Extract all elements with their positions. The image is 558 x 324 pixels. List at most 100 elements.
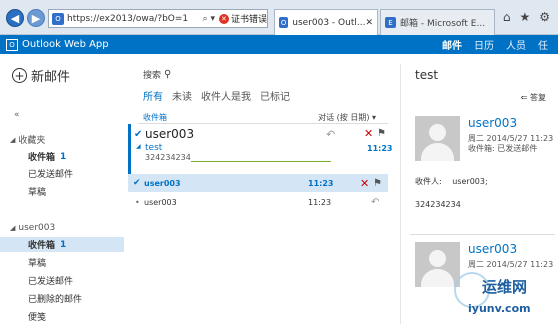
sidebar-item-sent[interactable]: 已发送邮件 bbox=[0, 273, 124, 288]
bullet-icon: • bbox=[135, 197, 140, 207]
delete-icon[interactable]: ✕ bbox=[364, 127, 373, 140]
reply-all-button[interactable]: ⇐ 答复 bbox=[521, 92, 546, 103]
item-sender: user003 bbox=[144, 178, 181, 188]
to-label: 收件人: bbox=[415, 177, 442, 186]
new-mail-label: 新邮件 bbox=[31, 70, 71, 85]
site-icon: O bbox=[52, 12, 64, 25]
message-sender[interactable]: user003 bbox=[468, 116, 517, 130]
message-header: user003 周二 2014/5/27 11:23 收件箱: 已发送邮件 bbox=[415, 116, 558, 166]
unread-count: 1 bbox=[60, 151, 67, 162]
tab-mailbox[interactable]: E 邮箱 - Microsoft E... bbox=[380, 9, 495, 35]
search-label: 搜索 bbox=[143, 71, 162, 81]
reply-icon[interactable]: ↶ bbox=[371, 197, 379, 208]
unread-count: 1 bbox=[60, 239, 67, 250]
sidebar-item-inbox[interactable]: 收件箱 1 bbox=[0, 237, 124, 252]
triangle-down-icon: ◢ bbox=[10, 224, 16, 232]
gear-icon[interactable]: ⚙ bbox=[539, 10, 550, 24]
search-icon[interactable]: ⌕ ▾ bbox=[203, 14, 215, 24]
triangle-down-icon: ◢ bbox=[10, 135, 16, 144]
divider bbox=[410, 234, 555, 235]
account-label: user003 bbox=[18, 223, 56, 233]
sidebar-item-drafts-fav[interactable]: 草稿 bbox=[0, 184, 124, 199]
message-body: 324234234 bbox=[415, 200, 461, 209]
search-box[interactable]: 搜索 ⚲ bbox=[143, 68, 171, 81]
sidebar-item-label: 收件箱 bbox=[28, 241, 56, 251]
filter-unread[interactable]: 未读 bbox=[172, 88, 192, 103]
list-item[interactable]: ✔ user003 11:23 ✕ ⚑ bbox=[128, 174, 388, 192]
sort-label: 对话 (按 日期) bbox=[318, 113, 370, 122]
nav-mail[interactable]: 邮件 bbox=[442, 37, 462, 52]
collapse-pane-button[interactable]: « bbox=[14, 110, 20, 120]
outlook-tab-icon: O bbox=[279, 17, 289, 28]
filter-bar: 所有 未读 收件人是我 已标记 bbox=[143, 88, 290, 103]
reply-all-label: 答复 bbox=[530, 93, 546, 102]
filter-to-me[interactable]: 收件人是我 bbox=[201, 88, 251, 103]
close-icon[interactable]: ✕ bbox=[365, 18, 373, 28]
watermark-en: iyunv.com bbox=[468, 302, 531, 315]
reading-subject: test bbox=[415, 68, 439, 82]
list-item[interactable]: • user003 11:23 ↶ bbox=[128, 193, 388, 211]
plus-icon: + bbox=[12, 68, 27, 83]
check-icon[interactable]: ✔ bbox=[134, 129, 142, 140]
recipients-line: 收件人: user003; bbox=[415, 176, 488, 187]
sidebar-item-notes[interactable]: 便笺 bbox=[0, 309, 124, 324]
filter-flagged[interactable]: 已标记 bbox=[260, 88, 290, 103]
certificate-error[interactable]: ✕ 证书错误 bbox=[218, 12, 267, 25]
chevron-down-icon: ▾ bbox=[371, 113, 376, 122]
top-navigation: 邮件 日历 人员 任 bbox=[442, 37, 558, 52]
sidebar-item-sent-fav[interactable]: 已发送邮件 bbox=[0, 166, 124, 181]
sidebar-item-label: 已发送邮件 bbox=[28, 170, 74, 180]
app-title: Outlook Web App bbox=[22, 39, 109, 50]
sidebar-item-label: 草稿 bbox=[28, 259, 47, 269]
search-icon[interactable]: ⚲ bbox=[164, 69, 171, 80]
message-sender[interactable]: user003 bbox=[468, 242, 517, 256]
back-button[interactable]: ◀ bbox=[6, 9, 24, 27]
error-icon: ✕ bbox=[218, 13, 229, 24]
filter-all[interactable]: 所有 bbox=[143, 88, 163, 103]
triangle-down-icon: ◢ bbox=[136, 143, 141, 150]
new-mail-button[interactable]: + 新邮件 bbox=[12, 66, 70, 85]
account-header[interactable]: ◢ user003 bbox=[10, 223, 55, 233]
sidebar-item-inbox-fav[interactable]: 收件箱 1 bbox=[0, 149, 124, 164]
watermark-logo: 运维网 iyunv.com bbox=[448, 270, 558, 324]
tab-outlook[interactable]: O user003 - Outl... ✕ bbox=[274, 9, 378, 35]
flag-icon[interactable]: ⚑ bbox=[373, 178, 382, 189]
sidebar-item-label: 便笺 bbox=[28, 313, 47, 323]
item-sender: user003 bbox=[144, 197, 177, 207]
sidebar-item-label: 已删除的邮件 bbox=[28, 295, 83, 305]
favorites-label: 收藏夹 bbox=[18, 136, 46, 146]
forward-button[interactable]: ▶ bbox=[27, 9, 45, 27]
reply-icon[interactable]: ↶ bbox=[326, 128, 335, 141]
flag-icon[interactable]: ⚑ bbox=[377, 128, 386, 139]
exchange-tab-icon: E bbox=[385, 17, 396, 28]
message-date: 周二 2014/5/27 11:23 bbox=[468, 260, 554, 269]
conversation-time: 11:23 bbox=[367, 144, 393, 153]
tab-label: user003 - Outl... bbox=[292, 17, 366, 28]
home-icon[interactable]: ⌂ bbox=[503, 10, 511, 24]
star-icon[interactable]: ★ bbox=[519, 10, 530, 24]
outlook-logo-icon: O bbox=[6, 38, 18, 51]
sidebar-item-deleted[interactable]: 已删除的邮件 bbox=[0, 291, 124, 306]
address-bar[interactable]: O https://ex2013/owa/?bO=1 ⌕ ▾ ✕ 证书错误 bbox=[48, 9, 268, 28]
certificate-error-label: 证书错误 bbox=[230, 15, 267, 25]
nav-tasks[interactable]: 任 bbox=[538, 37, 548, 52]
to-value[interactable]: user003; bbox=[452, 177, 487, 186]
sidebar-item-drafts[interactable]: 草稿 bbox=[0, 255, 124, 270]
nav-calendar[interactable]: 日历 bbox=[474, 37, 494, 52]
check-icon[interactable]: ✔ bbox=[133, 178, 141, 188]
nav-people[interactable]: 人员 bbox=[506, 37, 526, 52]
conversation-preview: 324234234 bbox=[145, 153, 191, 162]
folder-pane: + 新邮件 « ◢ 收藏夹 收件箱 1 已发送邮件 草稿 ◢ user003 收… bbox=[0, 54, 124, 324]
sidebar-item-label: 草稿 bbox=[28, 188, 47, 198]
url-text[interactable]: https://ex2013/owa/?bO=1 bbox=[67, 14, 201, 24]
item-time: 11:23 bbox=[308, 178, 334, 188]
sort-dropdown[interactable]: 对话 (按 日期) ▾ bbox=[318, 112, 376, 123]
app-header: O Outlook Web App 邮件 日历 人员 任 bbox=[0, 35, 558, 54]
reply-all-icon: ⇐ bbox=[520, 93, 530, 102]
divider bbox=[400, 64, 401, 324]
favorites-header[interactable]: ◢ 收藏夹 bbox=[10, 133, 46, 147]
conversation-item[interactable]: ✔ user003 ◢ test 324234234 ↶ ✕ ⚑ 11:23 bbox=[128, 124, 392, 174]
message-folder: 收件箱: 已发送邮件 bbox=[468, 144, 538, 153]
delete-icon[interactable]: ✕ bbox=[360, 177, 369, 190]
browser-toolbar: ⌂ ★ ⚙ bbox=[503, 10, 550, 24]
